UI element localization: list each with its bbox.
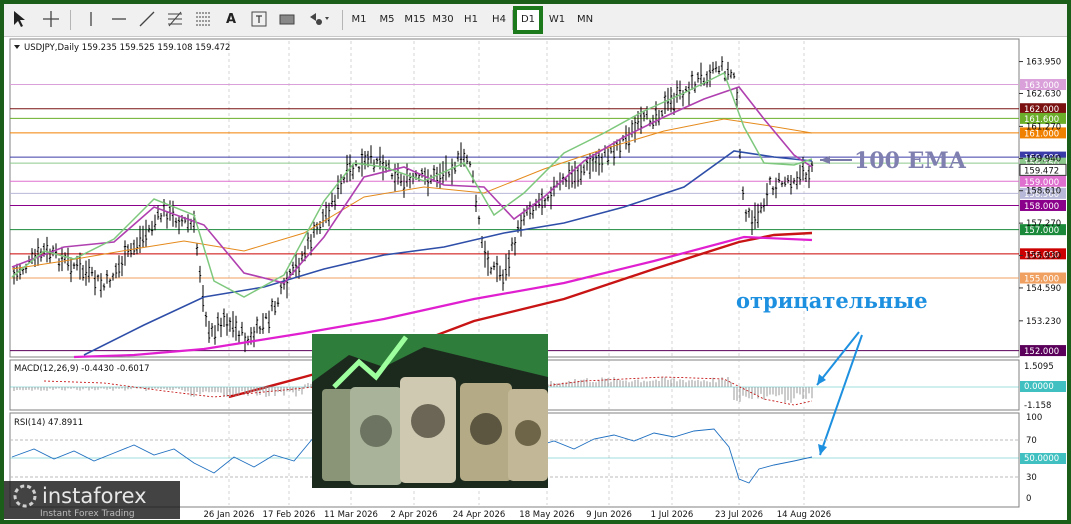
price-tick-label: 157.270	[1026, 219, 1061, 229]
time-axis-label: 9 Jun 2026	[586, 510, 632, 520]
rsi-tick-70: 70	[1026, 436, 1037, 446]
rsi-tick-100: 100	[1026, 413, 1042, 423]
toolbar: A M1 M5 M15 M30 H1 H4 D1 W1 MN	[4, 4, 1067, 37]
negative-annotation: отрицательные	[736, 288, 928, 313]
rsi-level-label: 50.0000	[1024, 454, 1059, 464]
chart-svg[interactable]: 163.000162.000161.600161.000160.000159.7…	[4, 37, 1067, 520]
level-label: 152.000	[1024, 347, 1059, 357]
crosshair-icon[interactable]	[40, 10, 62, 30]
price-tick-label: 154.590	[1026, 284, 1061, 294]
timeframe-w1[interactable]: W1	[544, 10, 570, 30]
price-tick-label: 153.230	[1026, 317, 1061, 327]
symbol-header: USDJPY,Daily 159.235 159.525 159.108 159…	[24, 43, 230, 53]
horizontal-line-icon[interactable]	[108, 10, 130, 30]
cursor-icon[interactable]	[10, 10, 28, 30]
text-icon[interactable]: A	[220, 10, 242, 30]
chart-area[interactable]: 163.000162.000161.600161.000160.000159.7…	[4, 37, 1067, 520]
time-axis-label: 11 Mar 2026	[324, 510, 378, 520]
price-axis: 163.950 162.630 161.270 159.940 158.610 157.2…	[1019, 58, 1067, 327]
timeframe-m5[interactable]: M5	[374, 10, 400, 30]
brand-tagline: Instant Forex Trading	[40, 509, 135, 519]
fibonacci-icon[interactable]	[164, 10, 186, 30]
macd-tick-bottom: -1.158	[1024, 401, 1051, 411]
timeframe-m30[interactable]: M30	[430, 10, 456, 30]
ema-annotation: 100 EMA	[854, 148, 967, 174]
trendline-icon[interactable]	[136, 10, 158, 30]
vertical-line-icon[interactable]	[80, 10, 102, 30]
price-tick-label: 163.950	[1026, 58, 1061, 68]
banknotes-photo	[312, 334, 548, 488]
level-label: 158.000	[1024, 202, 1059, 212]
price-tick-label: 161.270	[1026, 122, 1061, 132]
rsi-header: RSI(14) 47.8911	[14, 418, 83, 428]
timeframe-mn[interactable]: MN	[572, 10, 598, 30]
timeframe-d1[interactable]: D1	[513, 6, 543, 34]
rectangle-icon[interactable]	[276, 10, 298, 30]
time-axis-label: 23 Jul 2026	[715, 510, 763, 520]
time-axis-label: 26 Jan 2026	[204, 510, 255, 520]
price-tick-label: 162.630	[1026, 89, 1061, 99]
current-price-label: 159.472	[1024, 166, 1059, 176]
time-axis-label: 2 Apr 2026	[390, 510, 437, 520]
time-axis-label: 18 May 2026	[519, 510, 574, 520]
timeframe-m1[interactable]: M1	[346, 10, 372, 30]
time-axis-label: 17 Feb 2026	[263, 510, 316, 520]
timeframe-h4[interactable]: H4	[486, 10, 512, 30]
rsi-tick-0: 0	[1026, 494, 1031, 504]
rsi-tick-30: 30	[1026, 473, 1037, 483]
time-axis: 26 Jan 2026 17 Feb 2026 11 Mar 2026 2 Apr 2…	[204, 510, 832, 520]
price-tick-label: 159.940	[1026, 155, 1061, 165]
macd-tick-top: 1.5095	[1024, 362, 1054, 372]
macd-header: MACD(12,26,9) -0.4430 -0.6017	[14, 364, 150, 374]
timeframe-m15[interactable]: M15	[402, 10, 428, 30]
price-tick-label: 155.930	[1026, 252, 1061, 262]
timeframe-h1[interactable]: H1	[458, 10, 484, 30]
text-label-icon[interactable]	[248, 10, 270, 30]
price-tick-label: 158.610	[1026, 187, 1061, 197]
channel-icon[interactable]	[192, 10, 214, 30]
time-axis-label: 24 Apr 2026	[453, 510, 506, 520]
instaforex-logo: instaforex Instant Forex Trading	[4, 481, 180, 519]
brand-name: instaforex	[42, 484, 147, 508]
shapes-icon[interactable]	[306, 10, 334, 30]
macd-zero-label: 0.0000	[1024, 382, 1054, 392]
time-axis-label: 14 Aug 2026	[777, 510, 831, 520]
time-axis-label: 1 Jul 2026	[651, 510, 694, 520]
